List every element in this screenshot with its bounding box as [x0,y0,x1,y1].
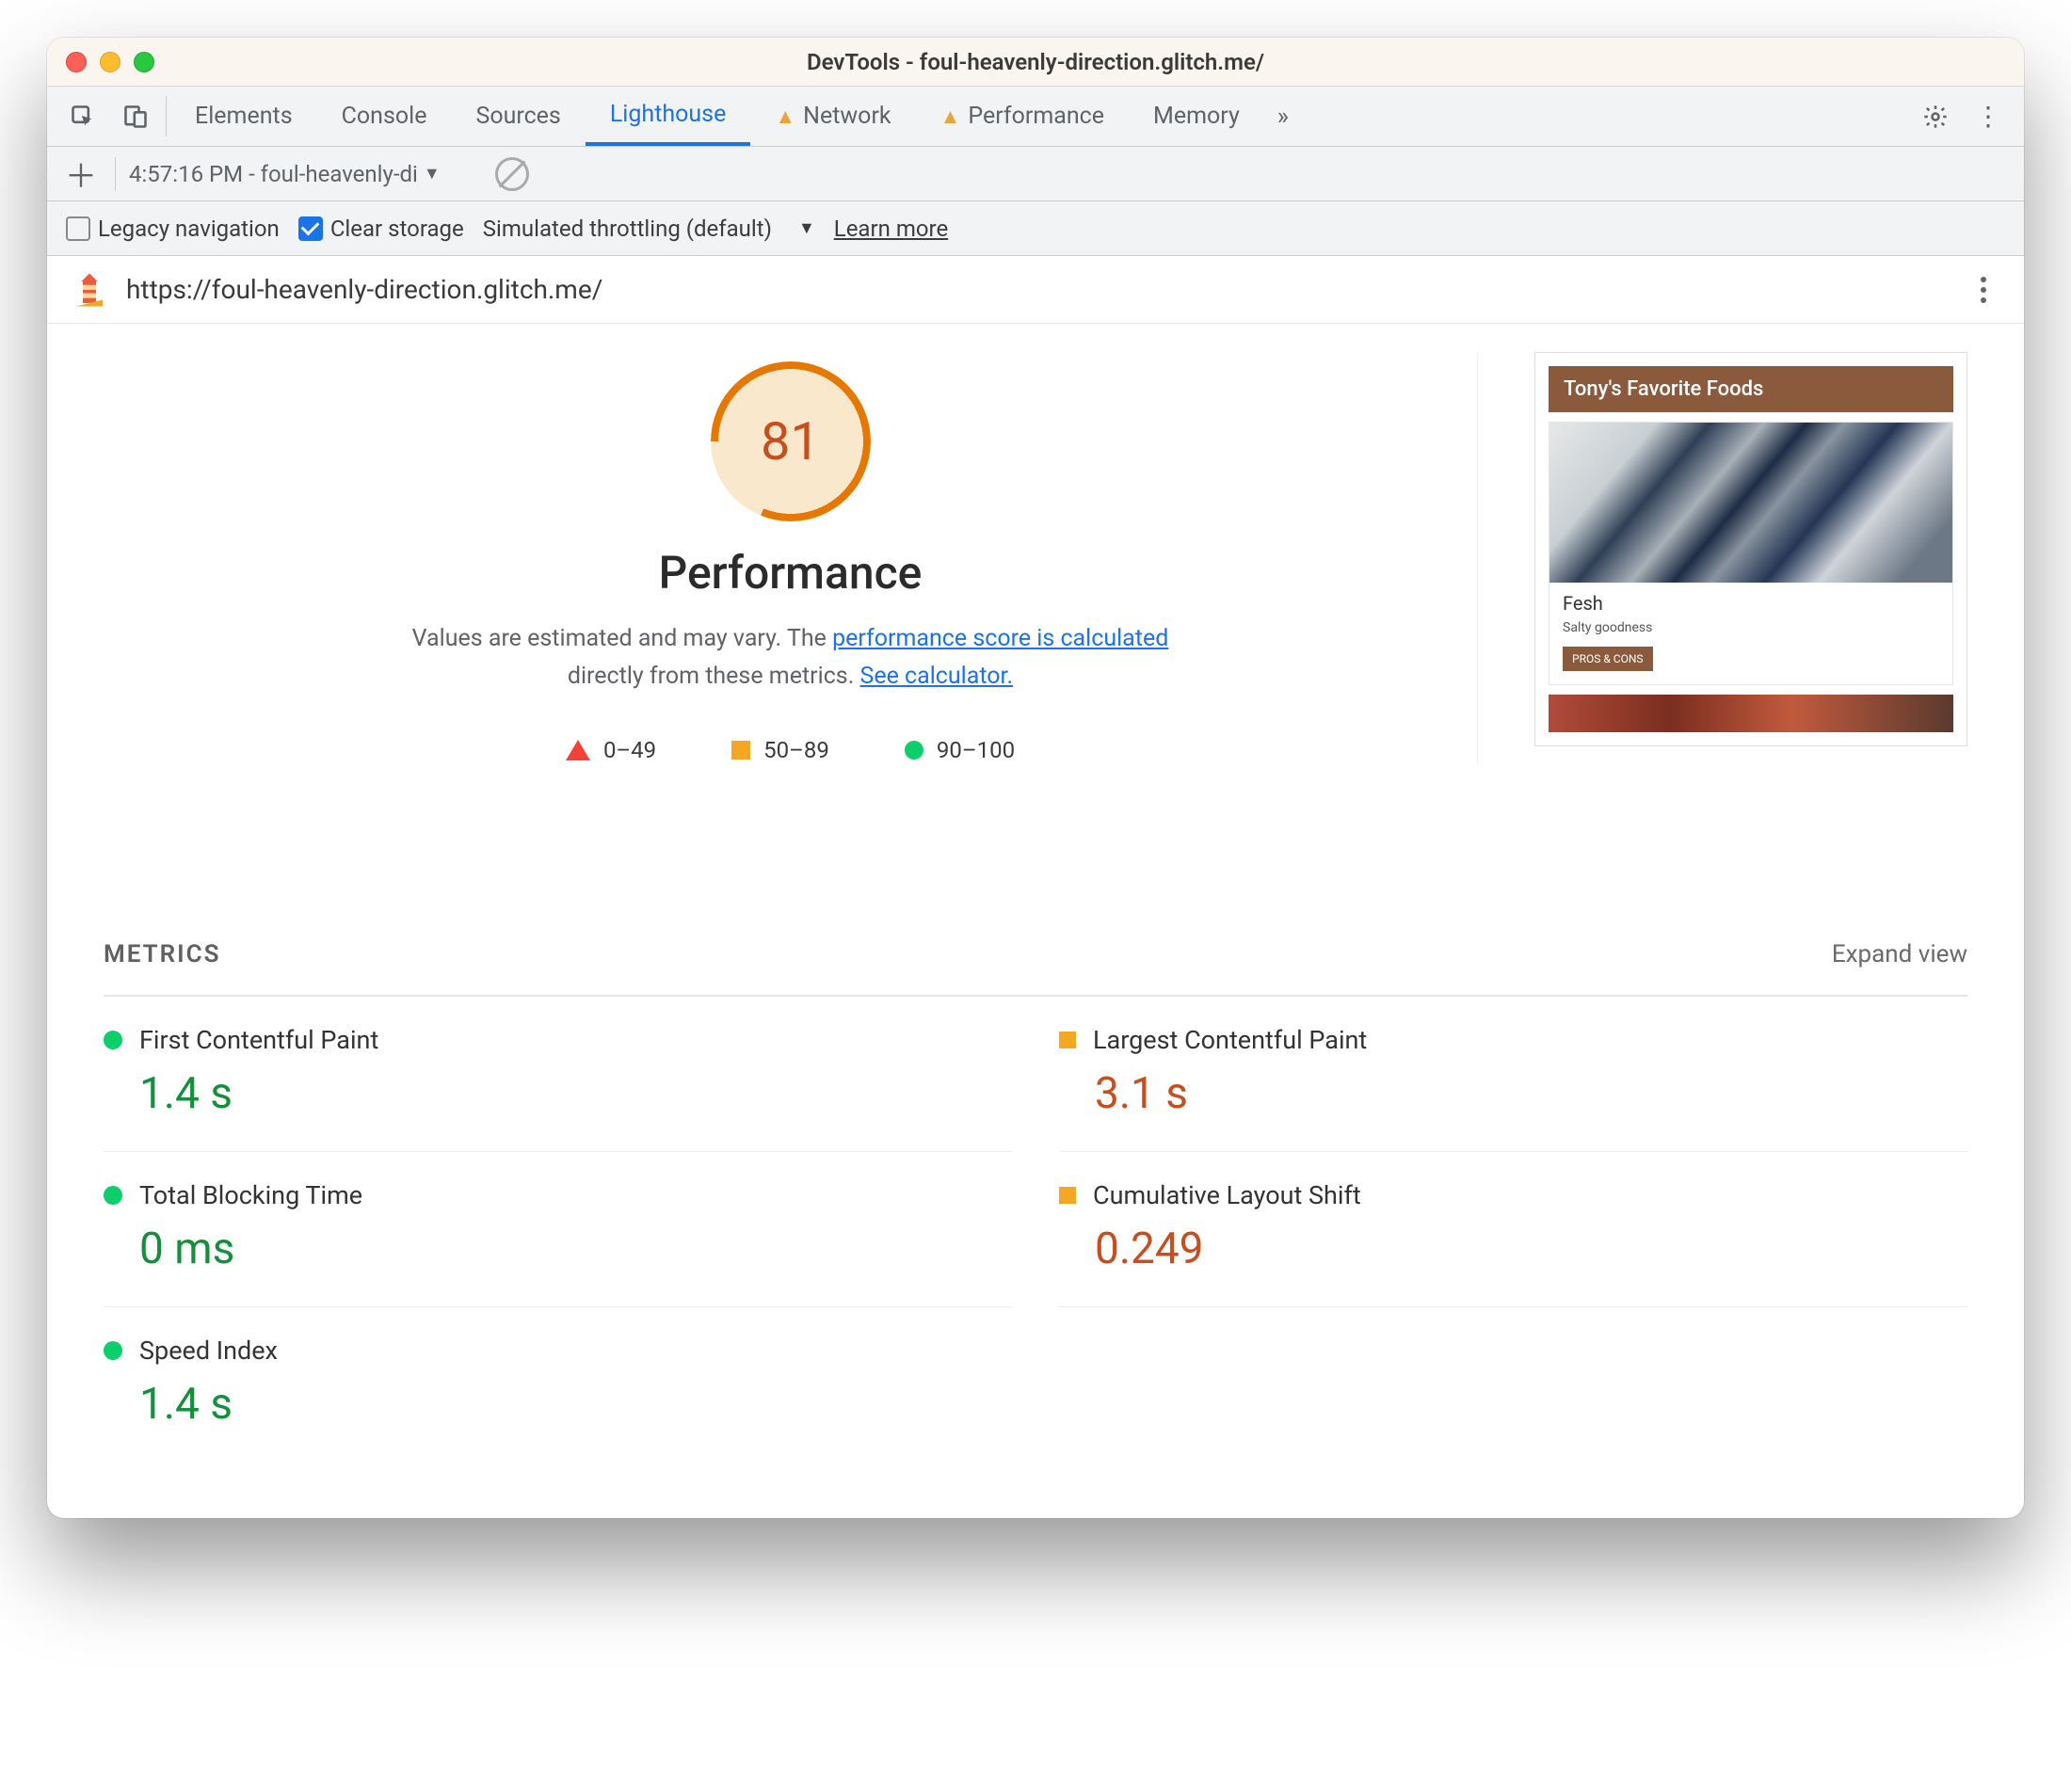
legend-pass: 90–100 [905,737,1015,763]
circle-green-icon [104,1186,122,1205]
score-legend: 0–49 50–89 90–100 [566,737,1015,763]
metric-name: Largest Contentful Paint [1093,1025,1367,1055]
separator [115,157,116,191]
metric-value: 0 ms [104,1224,1012,1274]
preview-header: Tony's Favorite Foods [1549,366,1953,412]
triangle-red-icon [566,740,590,760]
metric-lcp[interactable]: Largest Contentful Paint 3.1 s [1059,997,1967,1152]
warning-icon: ▲ [940,104,961,129]
legend-fail: 0–49 [566,737,656,763]
report-url: https://foul-heavenly-direction.glitch.m… [126,274,602,305]
report-dropdown[interactable]: 4:57:16 PM - foul-heavenly-di ▼ [129,161,441,187]
square-orange-icon [1059,1187,1076,1204]
preview-next-image [1549,695,1953,732]
preview-image [1549,423,1952,583]
preview-card-subtitle: Salty goodness [1563,620,1939,635]
metric-name: Speed Index [139,1336,278,1366]
score-column: 81 Performance Values are estimated and … [104,352,1478,763]
settings-gear-icon[interactable] [1909,104,1962,130]
performance-gauge[interactable]: 81 [711,361,871,521]
report-menu-icon[interactable] [1971,267,1996,312]
see-calculator-link[interactable]: See calculator. [859,663,1013,690]
metric-tbt[interactable]: Total Blocking Time 0 ms [104,1152,1012,1307]
tab-network[interactable]: ▲Network [750,87,915,146]
metric-value: 0.249 [1059,1224,1967,1274]
circle-green-icon [104,1031,122,1049]
warning-icon: ▲ [775,104,795,129]
checkbox-checked-icon [298,216,323,241]
new-report-button[interactable]: ＋ [60,153,102,195]
window-title: DevTools - foul-heavenly-direction.glitc… [47,49,2024,75]
report-body: 81 Performance Values are estimated and … [47,324,2024,1518]
metrics-grid: First Contentful Paint 1.4 s Largest Con… [104,997,1967,1462]
expand-view-toggle[interactable]: Expand view [1832,940,1967,968]
checkbox-unchecked-icon [66,216,90,241]
clear-report-icon[interactable] [495,157,529,191]
more-tabs-icon[interactable]: » [1264,87,1302,146]
tab-sources[interactable]: Sources [451,87,585,146]
throttling-dropdown[interactable]: Simulated throttling (default) ▼ [483,216,815,242]
devtools-tabbar: Elements Console Sources Lighthouse ▲Net… [47,87,2024,147]
preview-card-title: Fesh [1563,592,1939,615]
metric-name: First Contentful Paint [139,1025,378,1055]
report-url-bar: https://foul-heavenly-direction.glitch.m… [47,256,2024,324]
category-title: Performance [659,546,923,600]
tab-memory[interactable]: Memory [1129,87,1264,146]
metric-value: 3.1 s [1059,1068,1967,1119]
legend-average: 50–89 [731,737,829,763]
metric-value: 1.4 s [104,1379,1012,1430]
circle-green-icon [905,741,923,760]
lighthouse-logo-icon [70,270,109,310]
legacy-navigation-checkbox[interactable]: Legacy navigation [66,216,280,242]
page-screenshot-thumbnail[interactable]: Tony's Favorite Foods Fesh Salty goodnes… [1534,352,1967,746]
metric-si[interactable]: Speed Index 1.4 s [104,1307,1012,1462]
metrics-heading: METRICS [104,940,221,968]
lighthouse-options-bar: Legacy navigation Clear storage Simulate… [47,201,2024,256]
category-description: Values are estimated and may vary. The p… [405,620,1177,696]
overview-section: 81 Performance Values are estimated and … [104,352,1967,763]
preview-card: Fesh Salty goodness PROS & CONS [1549,422,1953,685]
tab-lighthouse[interactable]: Lighthouse [586,87,751,146]
metric-cls[interactable]: Cumulative Layout Shift 0.249 [1059,1152,1967,1307]
tab-performance[interactable]: ▲Performance [916,87,1129,146]
tab-console[interactable]: Console [317,87,452,146]
lighthouse-toolbar: ＋ 4:57:16 PM - foul-heavenly-di ▼ [47,147,2024,201]
square-orange-icon [731,741,750,760]
chevron-down-icon: ▼ [424,164,441,184]
device-toolbar-icon[interactable] [109,87,162,146]
performance-score: 81 [711,361,871,521]
metric-value: 1.4 s [104,1068,1012,1119]
square-orange-icon [1059,1032,1076,1048]
panel-tabs: Elements Console Sources Lighthouse ▲Net… [170,87,1302,146]
metrics-header: METRICS Expand view [104,914,1967,997]
titlebar: DevTools - foul-heavenly-direction.glitc… [47,38,2024,87]
separator [166,96,167,136]
clear-storage-checkbox[interactable]: Clear storage [298,216,464,242]
metric-name: Cumulative Layout Shift [1093,1180,1361,1210]
tab-elements[interactable]: Elements [170,87,317,146]
score-calc-link[interactable]: performance score is calculated [832,625,1168,652]
learn-more-link[interactable]: Learn more [834,216,948,242]
kebab-menu-icon[interactable]: ⋮ [1962,101,2015,132]
metric-fcp[interactable]: First Contentful Paint 1.4 s [104,997,1012,1152]
preview-card-button: PROS & CONS [1563,647,1653,671]
circle-green-icon [104,1341,122,1360]
chevron-down-icon: ▼ [798,218,815,238]
inspect-element-icon[interactable] [56,87,109,146]
devtools-window: DevTools - foul-heavenly-direction.glitc… [47,38,2024,1518]
metric-name: Total Blocking Time [139,1180,362,1210]
